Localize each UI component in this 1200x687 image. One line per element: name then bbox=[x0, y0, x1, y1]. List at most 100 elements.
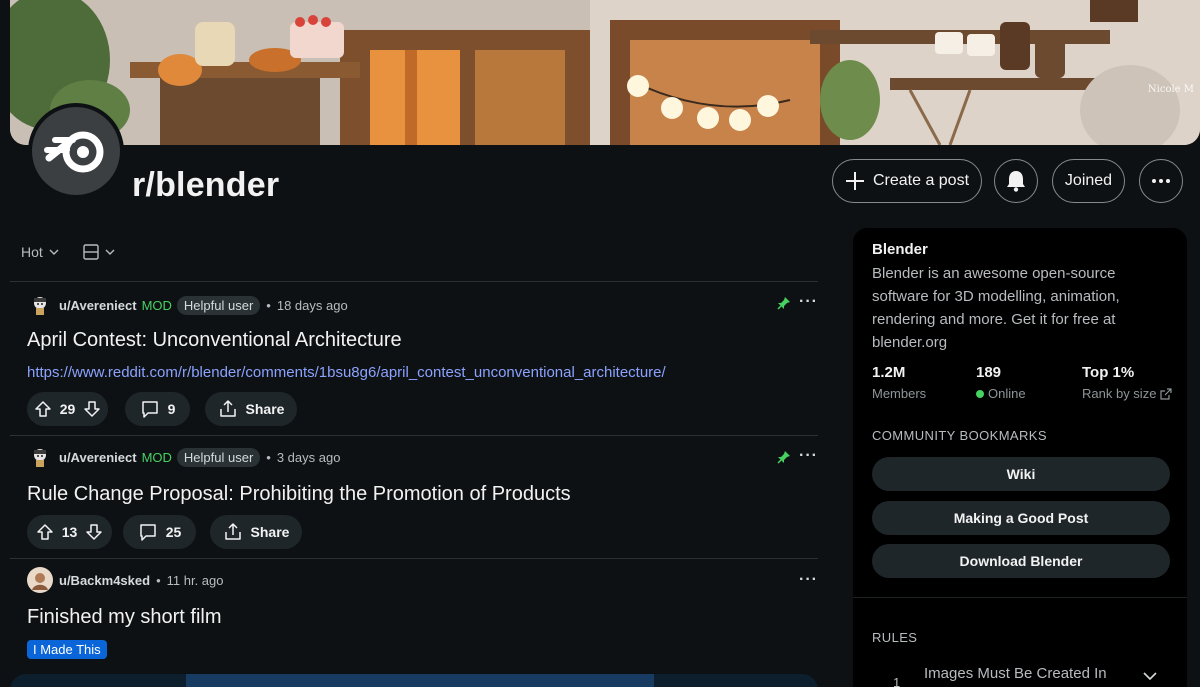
stat-label: Rank by size bbox=[1082, 386, 1157, 401]
stat-value: 189 bbox=[976, 364, 1002, 381]
bookmark-making-a-good-post[interactable]: Making a Good Post bbox=[872, 501, 1170, 535]
comments-button[interactable]: 25 bbox=[123, 515, 196, 549]
community-avatar[interactable] bbox=[28, 103, 124, 199]
post-time: 11 hr. ago bbox=[166, 572, 224, 588]
subreddit-name: r/blender bbox=[132, 166, 280, 204]
mod-badge: MOD bbox=[141, 449, 172, 465]
post-card[interactable]: u/Avereniect MOD Helpful user • 3 days a… bbox=[10, 436, 818, 558]
post-meta: u/Avereniect MOD Helpful user • 3 days a… bbox=[27, 444, 340, 470]
post-options-button[interactable]: ··· bbox=[799, 571, 818, 589]
more-icon bbox=[1152, 179, 1170, 183]
sidebar-divider bbox=[853, 597, 1187, 598]
post-options-button[interactable]: ··· bbox=[799, 447, 818, 465]
post-flair-tag[interactable]: I Made This bbox=[27, 640, 107, 659]
chevron-down-icon[interactable] bbox=[1143, 672, 1157, 680]
joined-button[interactable]: Joined bbox=[1052, 159, 1125, 203]
chevron-down-icon bbox=[49, 249, 59, 255]
post-author[interactable]: u/Avereniect bbox=[59, 298, 137, 313]
share-button[interactable]: Share bbox=[210, 515, 302, 549]
user-flair: Helpful user bbox=[176, 447, 261, 467]
plus-icon bbox=[845, 172, 864, 190]
post-meta: u/Backm4sked • 11 hr. ago bbox=[27, 567, 224, 593]
post-title[interactable]: Rule Change Proposal: Prohibiting the Pr… bbox=[27, 483, 571, 506]
separator-dot: • bbox=[156, 572, 161, 588]
banner-illustration bbox=[10, 0, 1200, 145]
bookmark-download-blender[interactable]: Download Blender bbox=[872, 544, 1170, 578]
separator-dot: • bbox=[266, 297, 271, 313]
downvote-icon bbox=[86, 524, 103, 540]
create-post-button[interactable]: Create a post bbox=[832, 159, 982, 203]
post-card[interactable]: u/Backm4sked • 11 hr. ago ··· Finished m… bbox=[10, 559, 818, 687]
more-options-button[interactable] bbox=[1139, 159, 1183, 203]
notifications-button[interactable] bbox=[994, 159, 1038, 203]
stat-rank[interactable]: Top 1% Rank by size bbox=[1082, 364, 1173, 401]
comment-icon bbox=[139, 524, 156, 541]
share-icon bbox=[224, 523, 241, 540]
pin-icon bbox=[777, 451, 790, 464]
post-card[interactable]: u/Avereniect MOD Helpful user • 18 days … bbox=[10, 282, 818, 434]
external-link-icon bbox=[1160, 387, 1173, 400]
comment-count: 25 bbox=[165, 524, 182, 540]
share-label: Share bbox=[250, 524, 290, 540]
post-title[interactable]: Finished my short film bbox=[27, 606, 222, 629]
post-author[interactable]: u/Backm4sked bbox=[59, 573, 150, 588]
mod-badge: MOD bbox=[141, 297, 172, 313]
stat-label: Members bbox=[872, 386, 927, 401]
rule-number: 1 bbox=[893, 675, 901, 687]
stat-label: Online bbox=[988, 386, 1026, 401]
separator-dot: • bbox=[266, 449, 271, 465]
bookmarks-heading: COMMUNITY BOOKMARKS bbox=[872, 428, 1047, 443]
stat-value: Top 1% bbox=[1082, 364, 1135, 381]
sort-dropdown[interactable]: Hot bbox=[21, 244, 59, 260]
user-photo-icon bbox=[28, 568, 52, 592]
user-flair: Helpful user bbox=[176, 295, 261, 315]
upvote-icon bbox=[36, 524, 53, 540]
stat-value: 1.2M bbox=[872, 364, 906, 381]
vote-count: 13 bbox=[61, 524, 78, 540]
stat-online: 189 Online bbox=[976, 364, 1026, 401]
sidebar-description: Blender is an awesome open-source softwa… bbox=[872, 265, 1120, 351]
joined-label: Joined bbox=[1064, 172, 1113, 189]
downvote-button[interactable] bbox=[85, 523, 103, 541]
online-dot-icon bbox=[976, 389, 984, 398]
sidebar-title: Blender bbox=[872, 241, 928, 258]
downvote-button[interactable] bbox=[83, 400, 101, 418]
downvote-icon bbox=[84, 401, 101, 417]
user-avatar[interactable] bbox=[27, 292, 53, 318]
card-view-icon bbox=[83, 244, 99, 260]
bookmark-wiki[interactable]: Wiki bbox=[872, 457, 1170, 491]
comment-count: 9 bbox=[167, 401, 176, 417]
comment-icon bbox=[141, 401, 158, 418]
share-button[interactable]: Share bbox=[205, 392, 297, 426]
share-label: Share bbox=[245, 401, 285, 417]
snoo-avatar-icon bbox=[34, 297, 46, 315]
vote-bar: 29 bbox=[27, 392, 108, 426]
create-post-label: Create a post bbox=[872, 172, 970, 189]
vote-count: 29 bbox=[59, 401, 76, 417]
vote-bar: 13 bbox=[27, 515, 112, 549]
user-avatar[interactable] bbox=[27, 444, 53, 470]
rule-title[interactable]: Images Must Be Created In bbox=[924, 665, 1107, 682]
post-options-button[interactable]: ··· bbox=[799, 293, 818, 311]
blender-logo-icon bbox=[44, 131, 104, 173]
pin-icon bbox=[777, 297, 790, 310]
view-dropdown[interactable] bbox=[83, 244, 115, 260]
post-time: 3 days ago bbox=[276, 449, 341, 465]
community-banner: Nicole M bbox=[10, 0, 1200, 145]
comments-button[interactable]: 9 bbox=[125, 392, 190, 426]
post-link[interactable]: https://www.reddit.com/r/blender/comment… bbox=[27, 364, 666, 381]
chevron-down-icon bbox=[105, 249, 115, 255]
post-meta: u/Avereniect MOD Helpful user • 18 days … bbox=[27, 292, 348, 318]
feed-controls: Hot bbox=[21, 244, 115, 260]
post-author[interactable]: u/Avereniect bbox=[59, 450, 137, 465]
upvote-button[interactable] bbox=[36, 523, 54, 541]
post-title[interactable]: April Contest: Unconventional Architectu… bbox=[27, 329, 402, 352]
share-icon bbox=[219, 400, 236, 417]
upvote-icon bbox=[34, 401, 51, 417]
user-avatar[interactable] bbox=[27, 567, 53, 593]
community-sidebar: Blender Blender is an awesome open-sourc… bbox=[853, 228, 1187, 687]
upvote-button[interactable] bbox=[34, 400, 52, 418]
post-media-preview[interactable] bbox=[10, 674, 818, 687]
sort-label: Hot bbox=[21, 244, 43, 260]
bell-icon bbox=[1007, 171, 1025, 192]
